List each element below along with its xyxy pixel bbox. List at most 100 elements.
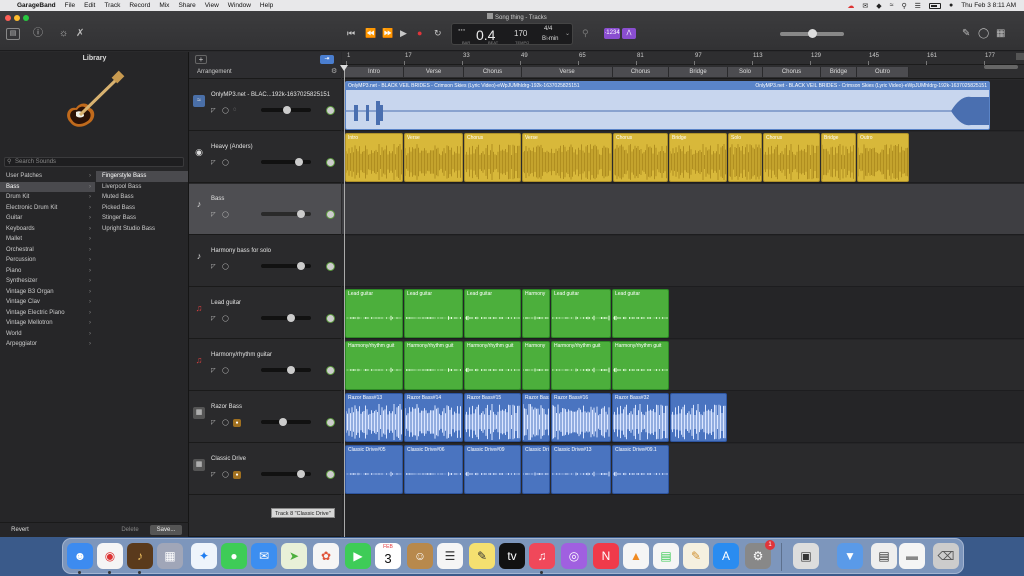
volume-knob[interactable] [295,158,303,166]
mute-icon[interactable]: ◸ [211,263,216,270]
track-region[interactable]: Chorus [613,133,668,182]
maps-icon[interactable]: ➤ [281,543,307,569]
wifi-icon[interactable]: ≈ [890,2,894,9]
headphones-icon[interactable]: ◯ [222,159,229,166]
volume-knob[interactable] [287,314,295,322]
mute-icon[interactable]: ◸ [211,107,216,114]
master-volume-slider[interactable] [780,29,844,38]
headphones-icon[interactable]: ◯ [222,107,229,114]
track-name[interactable]: Lead guitar [211,300,241,306]
library-category-item[interactable]: Drum Kit › [0,192,95,203]
input-monitor-icon[interactable]: ◌ [233,107,237,113]
track-header[interactable]: ♫ Harmony/rhythm guitar ◸ ◯ [189,340,341,391]
library-category-item[interactable]: Vintage B3 Organ › [0,287,95,298]
library-patch-item[interactable]: Liverpool Bass [96,182,188,193]
arrangement-marker[interactable]: Outro [857,67,909,77]
dropbox-icon[interactable]: ◆ [876,2,881,10]
facetime-icon[interactable]: ▶ [345,543,371,569]
keynote-icon[interactable]: ▲ [623,543,649,569]
menu-window[interactable]: Window [228,2,251,9]
library-category-item[interactable]: Electronic Drum Kit › [0,203,95,214]
arrangement-marker[interactable]: Solo [728,67,763,77]
arrangement-marker[interactable]: Chorus [613,67,669,77]
note-pad-icon[interactable]: ✎ [962,27,970,41]
track-name[interactable]: Bass [211,196,224,202]
cloud-icon[interactable]: ☁ [847,2,854,10]
track-name[interactable]: Classic Drive [211,456,246,462]
tuner-icon[interactable]: ⚲ [582,28,589,39]
library-category-item[interactable]: Vintage Clav › [0,297,95,308]
track-lane[interactable]: Lead guitar Lead guitar Lead guitar Harmony… [342,288,1024,339]
horizontal-scrollbar[interactable] [984,65,1018,69]
track-region[interactable]: Chorus [763,133,820,182]
track-lane[interactable]: Harmony/rhythm guit Harmony/rhythm guit Ha… [342,340,1024,391]
app-store-icon[interactable]: A [713,543,739,569]
news-icon[interactable]: N [593,543,619,569]
master-volume-knob[interactable] [808,29,817,38]
pan-knob[interactable] [326,106,335,115]
mute-icon[interactable]: ◸ [211,367,216,374]
track-region[interactable]: Harmony/rhythm guit [404,341,463,390]
track-region[interactable]: Verse [404,133,463,182]
record-enable-button[interactable]: ● [233,471,241,479]
track-lane[interactable]: Intro Verse Chorus Verse Chorus Bridge Solo Cho… [342,132,1024,183]
playhead-handle-icon[interactable] [340,65,348,71]
track-region[interactable]: Intro [345,133,403,182]
track-region[interactable]: Verse [522,133,612,182]
pan-knob[interactable] [326,366,335,375]
track-region[interactable]: Harmony [522,289,550,338]
volume-knob[interactable] [287,366,295,374]
revert-button[interactable]: Revert [6,525,34,535]
headphones-icon[interactable]: ◯ [222,263,229,270]
pan-knob[interactable] [326,418,335,427]
track-name[interactable]: Heavy (Anders) [211,144,253,150]
library-category-item[interactable]: Keyboards › [0,224,95,235]
track-region[interactable]: Razor Bass#13 [345,393,403,442]
contacts-icon[interactable]: ☺ [407,543,433,569]
downloads-folder-icon[interactable]: ▼ [837,543,863,569]
pan-knob[interactable] [326,262,335,271]
track-region[interactable]: Razor Bass#15 [464,393,521,442]
library-category-item[interactable]: Synthesizer › [0,276,95,287]
track-name[interactable]: Razor Bass [211,404,242,410]
pan-knob[interactable] [326,210,335,219]
library-category-item[interactable]: Vintage Electric Piano › [0,308,95,319]
add-track-button[interactable]: + [195,55,207,64]
volume-knob[interactable] [297,210,305,218]
metronome-button[interactable]: ⋀ [622,28,636,39]
track-lane-selected[interactable] [342,184,1024,235]
menu-mix[interactable]: Mix [159,2,169,9]
preview-icon[interactable]: ▣ [793,543,819,569]
track-region[interactable]: Harmony [522,341,550,390]
rewind-icon[interactable]: ⏪ [365,28,376,39]
track-region[interactable] [670,393,727,442]
lcd-chevron-down-icon[interactable]: ⌄ [565,30,570,37]
arrangement-marker[interactable]: Bridge [669,67,728,77]
track-volume-slider[interactable] [261,106,311,114]
track-header[interactable]: ▦ Classic Drive ◸ ◯ ● [189,444,341,495]
apple-tv-icon[interactable]: tv [499,543,525,569]
menu-share[interactable]: Share [178,2,195,9]
track-header[interactable]: ▦ Razor Bass ◸ ◯ ● [189,392,341,443]
mail-icon[interactable]: ✉ [251,543,277,569]
delete-button[interactable]: Delete [118,525,142,535]
volume-knob[interactable] [297,470,305,478]
track-region[interactable]: Razor Bass#16 [522,393,550,442]
track-volume-slider[interactable] [261,418,311,426]
app-menu[interactable]: GarageBand [17,2,56,9]
calendar-icon[interactable]: FEB 3 [375,543,401,569]
document-stack-icon[interactable]: ▤ [871,543,897,569]
track-volume-slider[interactable] [261,314,311,322]
track-region[interactable]: Lead guitar [464,289,521,338]
audio-region[interactable]: OnlyMP3.net - BLACK VEIL BRIDES - Crimso… [345,81,990,130]
track-lane[interactable]: Razor Bass#13 Razor Bass#14 Razor Bass#15 R… [342,392,1024,443]
cycle-icon[interactable]: ↻ [434,28,442,39]
menu-help[interactable]: Help [260,2,273,9]
catch-playhead-button[interactable]: ⇥ [320,55,334,64]
zoom-window-button[interactable] [23,15,29,21]
headphones-icon[interactable]: ◯ [222,419,229,426]
playhead[interactable] [344,65,345,537]
document-stack-icon[interactable]: ▬ [899,543,925,569]
count-in-button[interactable]: ·1234 [604,28,620,39]
mute-icon[interactable]: ◸ [211,419,216,426]
